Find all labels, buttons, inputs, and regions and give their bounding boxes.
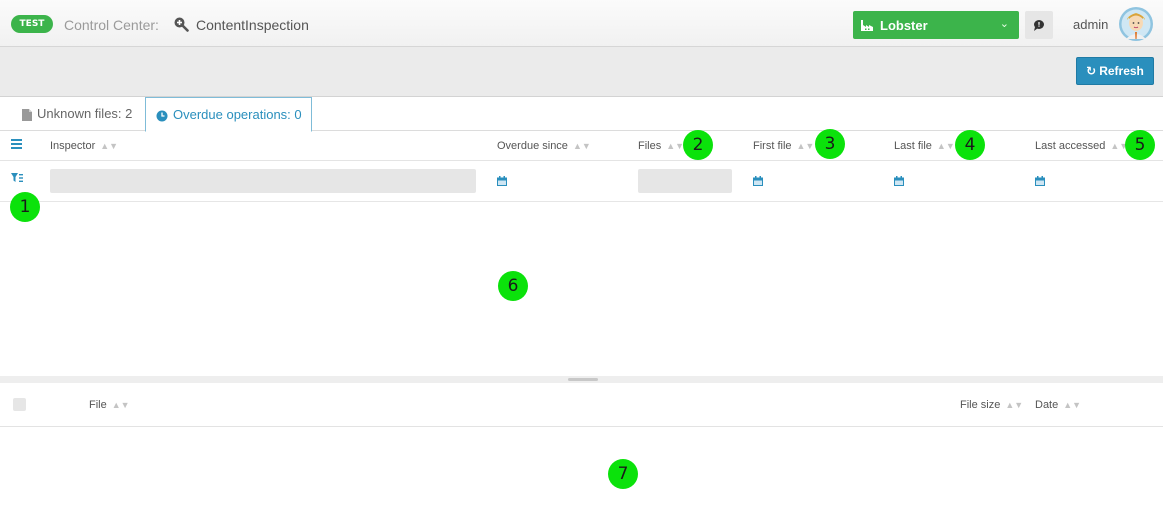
column-files-label: Files [638, 140, 662, 152]
marker-6: 6 [498, 271, 528, 301]
module-name: ContentInspection [196, 17, 309, 33]
app-title: Control Center: [64, 17, 159, 33]
top-header: TEST Control Center: ContentInspection L… [0, 0, 1163, 47]
tab-unknown-files[interactable]: Unknown files: 2 [10, 97, 145, 131]
marker-3: 3 [815, 129, 845, 159]
column-last-accessed[interactable]: Last accessed ▲▼ [1035, 140, 1128, 152]
column-date[interactable]: Date ▲▼ [1035, 399, 1081, 411]
inspector-grid-header: Inspector ▲▼ Overdue since ▲▼ Files ▲▼ Firs… [0, 131, 1163, 161]
column-overdue-since[interactable]: Overdue since ▲▼ [497, 140, 591, 152]
column-inspector[interactable]: Inspector ▲▼ [50, 140, 118, 152]
user-name[interactable]: admin [1073, 17, 1108, 32]
refresh-icon: ↻ [1086, 64, 1097, 78]
chat-button[interactable] [1025, 11, 1053, 39]
calendar-icon[interactable] [894, 176, 904, 186]
chat-bubble-icon [1034, 20, 1044, 31]
sort-icon: ▲▼ [796, 141, 815, 151]
toolbar: ↻ Refresh [0, 47, 1163, 97]
pane-splitter[interactable] [0, 376, 1163, 383]
column-last-file[interactable]: Last file ▲▼ [894, 140, 955, 152]
tab-unknown-files-label: Unknown files: 2 [37, 106, 133, 121]
inspector-filter-input[interactable] [50, 169, 476, 193]
tab-overdue-operations-label: Overdue operations: 0 [173, 107, 302, 122]
select-all-checkbox[interactable] [13, 398, 26, 411]
column-menu-icon[interactable] [11, 139, 22, 149]
magnifier-plus-icon [174, 17, 189, 32]
calendar-icon[interactable] [1035, 176, 1045, 186]
marker-4: 4 [955, 130, 985, 160]
refresh-button[interactable]: ↻ Refresh [1076, 57, 1154, 85]
file-icon [22, 108, 32, 121]
tab-strip: Unknown files: 2 Overdue operations: 0 [0, 97, 1163, 132]
sort-icon: ▲▼ [1005, 400, 1024, 410]
marker-5: 5 [1125, 130, 1155, 160]
column-file-size[interactable]: File size ▲▼ [960, 399, 1023, 411]
sort-icon: ▲▼ [111, 400, 130, 410]
user-avatar-icon[interactable] [1118, 6, 1154, 42]
calendar-icon[interactable] [753, 176, 763, 186]
column-last-file-label: Last file [894, 140, 932, 152]
column-file-size-label: File size [960, 399, 1001, 411]
clock-icon [156, 110, 168, 122]
factory-icon [861, 20, 873, 31]
column-overdue-since-label: Overdue since [497, 140, 568, 152]
calendar-icon[interactable] [497, 176, 507, 186]
sort-icon: ▲▼ [666, 141, 685, 151]
column-file[interactable]: File ▲▼ [89, 399, 130, 411]
sort-icon: ▲▼ [1063, 400, 1082, 410]
chevron-down-icon: ⌄ [999, 18, 1009, 30]
refresh-label: Refresh [1099, 64, 1144, 78]
column-inspector-label: Inspector [50, 140, 96, 152]
column-first-file[interactable]: First file ▲▼ [753, 140, 814, 152]
tab-overdue-operations[interactable]: Overdue operations: 0 [145, 97, 312, 132]
sort-icon: ▲▼ [572, 141, 591, 151]
splitter-grip[interactable] [568, 378, 598, 381]
files-filter-input[interactable] [638, 169, 732, 193]
marker-2: 2 [683, 130, 713, 160]
column-first-file-label: First file [753, 140, 792, 152]
filter-row [0, 161, 1163, 202]
inspector-grid-body [0, 202, 1163, 376]
environment-badge: TEST [11, 15, 53, 33]
filter-icon[interactable] [11, 173, 23, 183]
tenant-dropdown[interactable]: Lobster ⌄ [853, 11, 1019, 39]
sort-icon: ▲▼ [100, 141, 119, 151]
column-date-label: Date [1035, 399, 1059, 411]
files-grid-header: File ▲▼ File size ▲▼ Date ▲▼ [0, 383, 1163, 427]
column-last-accessed-label: Last accessed [1035, 140, 1106, 152]
column-files[interactable]: Files ▲▼ [638, 140, 684, 152]
sort-icon: ▲▼ [936, 141, 955, 151]
files-grid-body [0, 427, 1163, 521]
tenant-label: Lobster [880, 18, 928, 33]
column-file-label: File [89, 399, 107, 411]
marker-7: 7 [608, 459, 638, 489]
marker-1: 1 [10, 192, 40, 222]
